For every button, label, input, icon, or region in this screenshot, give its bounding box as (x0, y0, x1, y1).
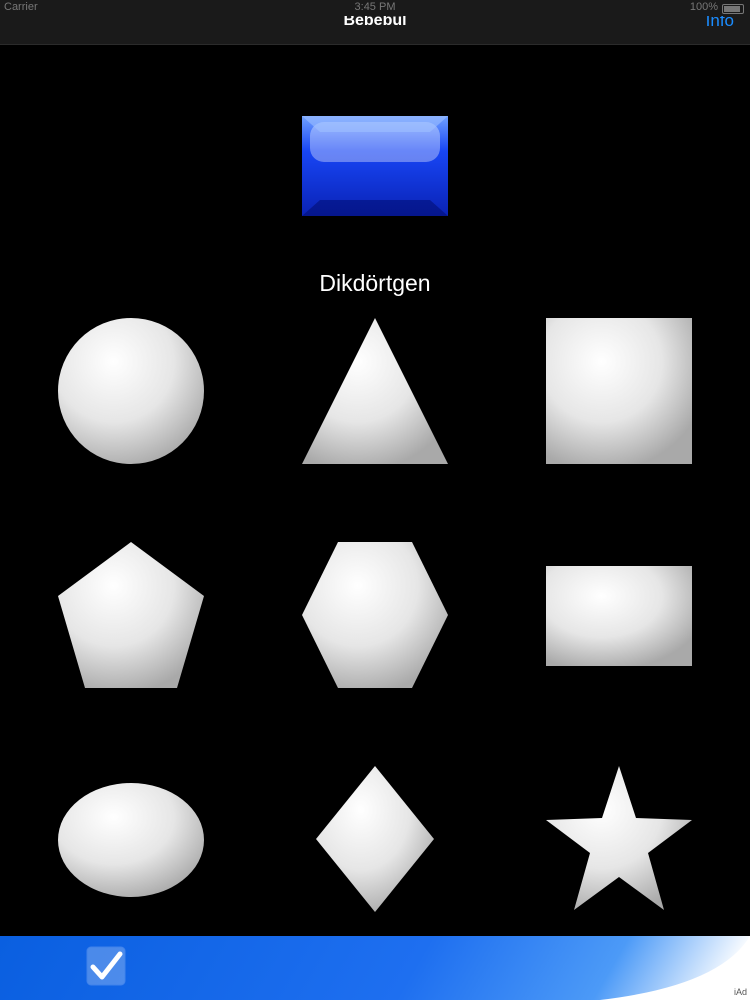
battery-icon (722, 4, 744, 14)
target-shape-name: Dikdörtgen (319, 270, 431, 296)
checkmark-button[interactable] (86, 946, 126, 986)
status-bar: Carrier 3:45 PM 100% (0, 0, 750, 16)
shape-triangle[interactable] (300, 316, 450, 466)
shape-star[interactable] (544, 764, 694, 914)
target-shape-rectangle (300, 114, 450, 218)
battery-percentage: 100% (689, 1, 718, 13)
shape-rectangle[interactable] (544, 540, 694, 690)
shape-hexagon[interactable] (300, 540, 450, 690)
status-time: 3:45 PM (354, 1, 396, 13)
shape-diamond[interactable] (300, 764, 450, 914)
shape-square[interactable] (544, 316, 694, 466)
shape-circle[interactable] (56, 316, 206, 466)
shape-ellipse[interactable] (56, 764, 206, 914)
ad-label: iAd (733, 987, 747, 997)
shape-pentagon[interactable] (56, 540, 206, 690)
checkmark-icon (86, 946, 126, 986)
